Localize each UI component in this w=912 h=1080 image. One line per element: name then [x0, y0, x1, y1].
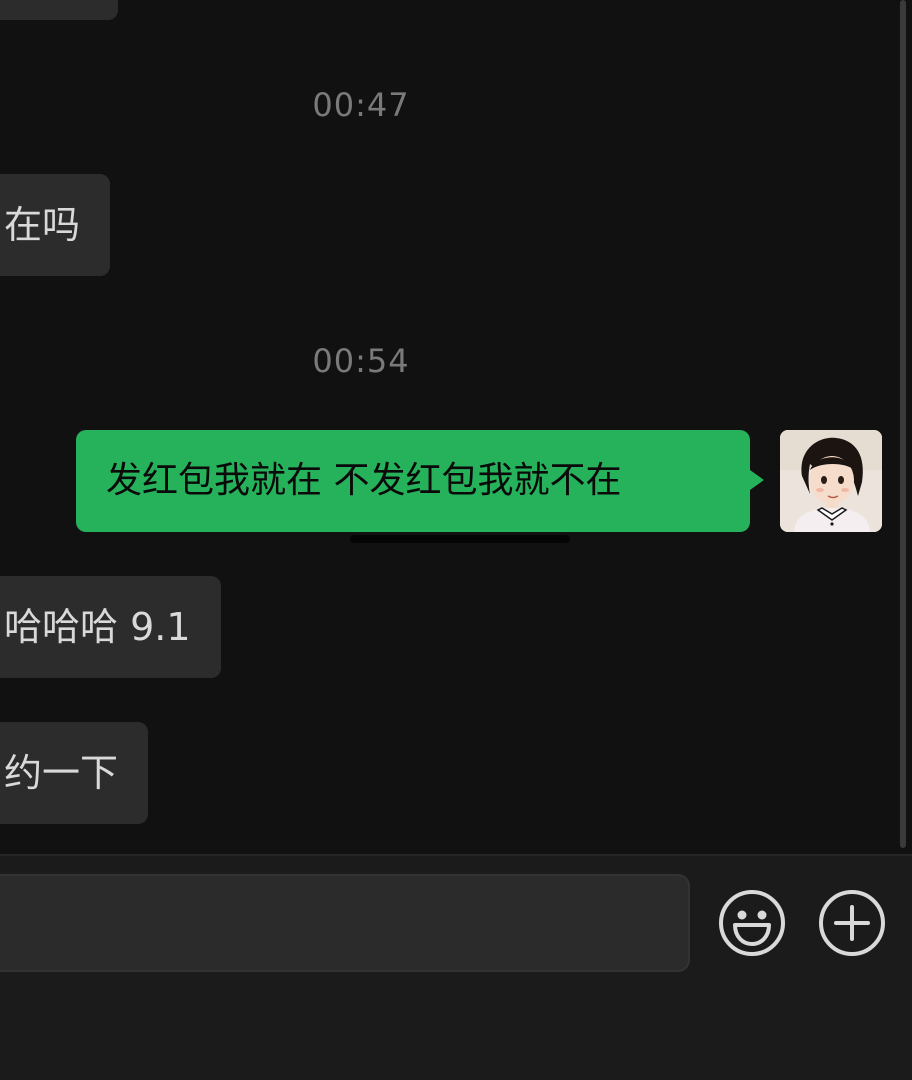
message-input[interactable]: [0, 874, 690, 972]
smiley-icon: [719, 890, 785, 956]
message-text: 发红包我就在 不发红包我就不在: [106, 460, 622, 501]
input-bar: [0, 856, 912, 1080]
overlay-smudge: [350, 535, 570, 543]
message-text: 哈哈哈 9.1: [4, 605, 191, 649]
emoji-button[interactable]: [718, 889, 786, 957]
timestamp: 00:47: [312, 86, 410, 124]
scrollbar[interactable]: [900, 0, 906, 848]
message-bubble-incoming[interactable]: 约一下: [0, 722, 149, 824]
chat-screen: 00:47 在吗 00:54 发红包我就在 不发红包我就不在 哈哈哈 9.1 约…: [0, 0, 912, 1080]
avatar[interactable]: [780, 430, 882, 532]
plus-circle-icon: [819, 890, 885, 956]
message-text: 约一下: [4, 751, 119, 795]
message-bubble-partial[interactable]: [0, 0, 118, 20]
avatar-portrait-icon: [780, 430, 882, 532]
more-options-button[interactable]: [818, 889, 886, 957]
message-bubble-incoming[interactable]: 哈哈哈 9.1: [0, 576, 221, 678]
message-bubble-outgoing[interactable]: 发红包我就在 不发红包我就不在: [76, 430, 764, 532]
timestamp: 00:54: [312, 342, 410, 380]
message-list[interactable]: 00:47 在吗 00:54 发红包我就在 不发红包我就不在 哈哈哈 9.1 约…: [0, 0, 912, 855]
message-bubble-incoming[interactable]: 在吗: [0, 174, 111, 276]
message-text: 在吗: [4, 203, 81, 247]
